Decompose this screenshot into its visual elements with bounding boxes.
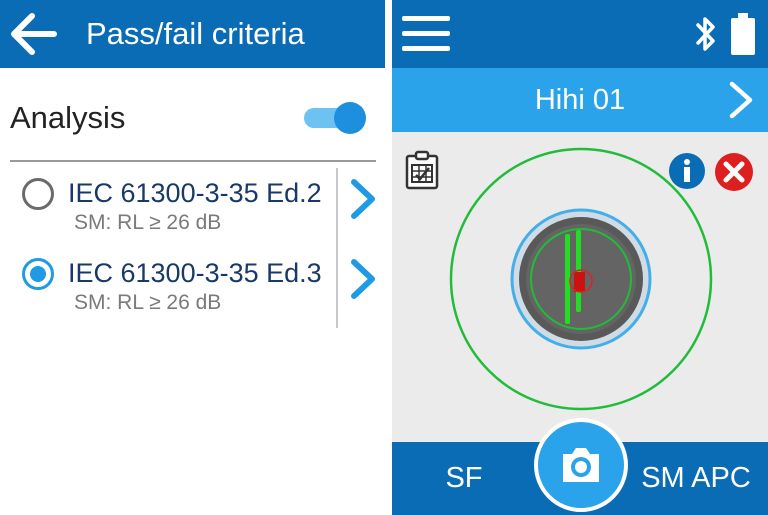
criteria-name: IEC 61300-3-35 Ed.3: [68, 258, 322, 288]
device-name: Hihi 01: [534, 84, 626, 116]
core-defect: [574, 272, 585, 292]
capture-button[interactable]: [534, 418, 628, 512]
divider: [10, 160, 376, 162]
pass-fail-criteria-screen: Pass/fail criteria Analysis IEC 61300-3-…: [0, 0, 385, 515]
chevron-right-icon[interactable]: [726, 80, 756, 120]
clipboard-report-icon[interactable]: [404, 150, 440, 190]
left-header-bar: Pass/fail criteria: [0, 0, 385, 68]
fiber-type-label: SF: [445, 462, 483, 494]
row-separator: [336, 168, 338, 248]
criteria-subtitle: SM: RL ≥ 26 dB: [74, 211, 222, 234]
fiber-end-face-view: [449, 147, 713, 411]
close-icon[interactable]: [714, 152, 754, 192]
criteria-item-ed3[interactable]: IEC 61300-3-35 Ed.3 SM: RL ≥ 26 dB: [0, 248, 385, 328]
page-title: Pass/fail criteria: [86, 16, 305, 51]
right-header-bar: [392, 0, 768, 68]
bluetooth-icon: [696, 17, 715, 51]
chevron-right-icon[interactable]: [346, 256, 382, 302]
panel-gap: [385, 0, 392, 515]
device-selector[interactable]: Hihi 01: [392, 68, 768, 132]
scratch-defect: [565, 234, 570, 324]
analysis-row: Analysis: [0, 88, 385, 148]
arrow-left-icon[interactable]: [8, 10, 60, 58]
criteria-subtitle: SM: RL ≥ 26 dB: [74, 291, 222, 314]
radio-ed3[interactable]: [22, 258, 54, 290]
analysis-label: Analysis: [10, 100, 126, 135]
criteria-item-ed2[interactable]: IEC 61300-3-35 Ed.2 SM: RL ≥ 26 dB: [0, 168, 385, 248]
battery-icon: [731, 13, 755, 55]
row-separator: [336, 248, 338, 328]
criteria-name: IEC 61300-3-35 Ed.2: [68, 178, 322, 208]
fiber-image-area: [392, 132, 768, 442]
hamburger-menu-icon[interactable]: [400, 12, 454, 56]
analysis-toggle[interactable]: [304, 100, 366, 134]
chevron-right-icon[interactable]: [346, 176, 382, 222]
radio-ed2[interactable]: [22, 178, 54, 210]
fiber-inspection-screen: Hihi 01 SF SM APC: [392, 0, 768, 515]
toggle-knob: [334, 102, 366, 134]
camera-icon: [563, 448, 599, 482]
connector-type-label: SM APC: [641, 462, 751, 494]
